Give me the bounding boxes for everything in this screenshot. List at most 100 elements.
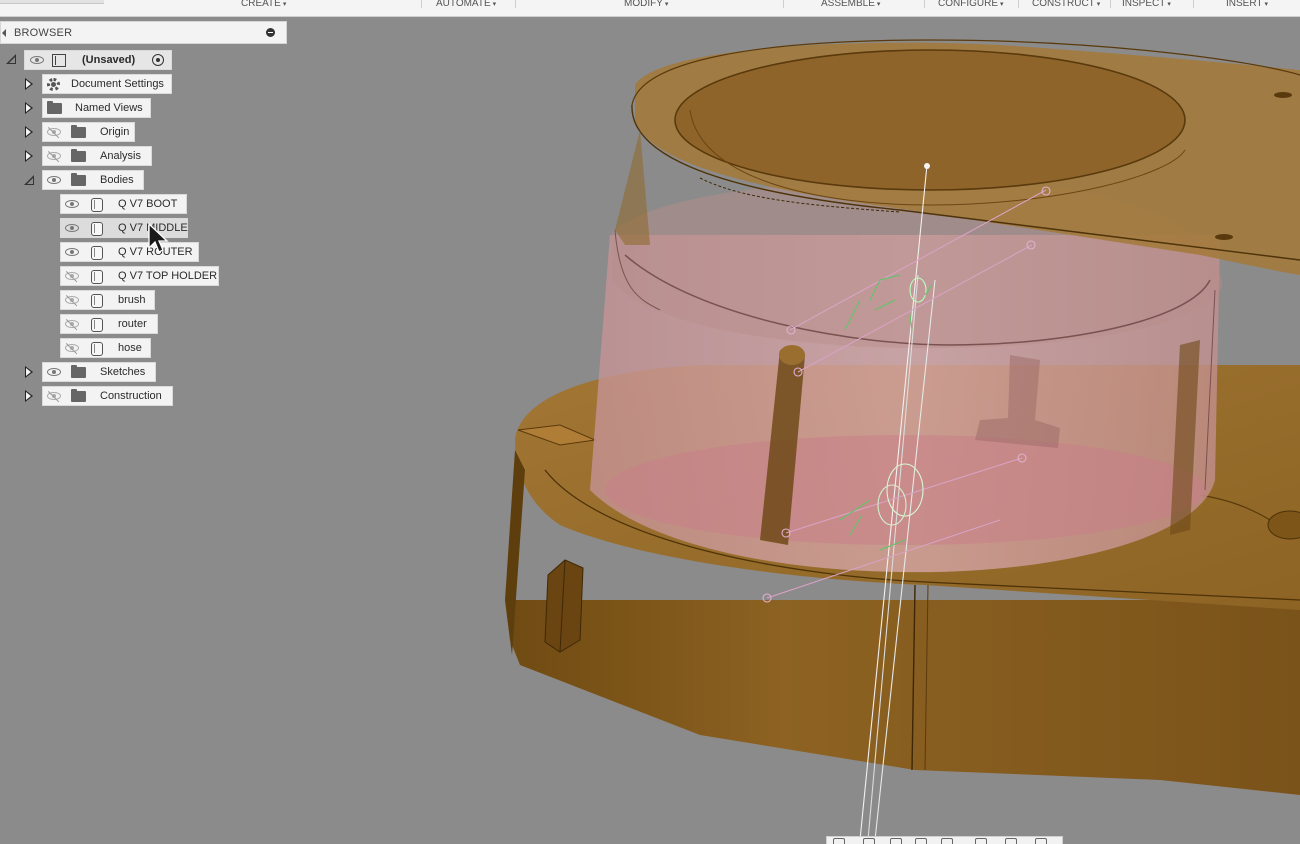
tree-root-unsaved[interactable]: (Unsaved)	[24, 50, 172, 70]
browser-title: BROWSER	[14, 27, 73, 39]
expand-origin-icon[interactable]	[25, 126, 33, 138]
body-label: router	[118, 318, 147, 330]
eye-hidden-icon[interactable]	[65, 270, 79, 282]
body-label: Q V7 MIDDLE	[118, 222, 188, 234]
automate-menu-label: AUTOMATE	[436, 0, 491, 9]
look-at-icon[interactable]	[863, 838, 875, 844]
toolbar-divider	[421, 0, 422, 8]
folder-icon	[71, 125, 86, 138]
expand-document-settings-icon[interactable]	[25, 78, 33, 90]
radio-active-icon[interactable]	[152, 54, 164, 66]
eye-icon[interactable]	[47, 174, 61, 186]
chevron-down-icon: ▾	[664, 1, 669, 8]
tree-item-sketches[interactable]: Sketches	[42, 362, 156, 382]
assemble-menu[interactable]: ASSEMBLE ▾	[821, 0, 880, 11]
tree-item-body[interactable]: hose	[60, 338, 151, 358]
eye-hidden-icon[interactable]	[47, 150, 61, 162]
chevron-down-icon: ▾	[1096, 1, 1101, 8]
sketches-label: Sketches	[100, 366, 146, 378]
assemble-menu-label: ASSEMBLE	[821, 0, 875, 9]
chevron-down-icon: ▾	[1000, 1, 1004, 8]
expand-sketches-icon[interactable]	[25, 366, 33, 378]
body-label: Q V7 BOOT	[118, 198, 178, 210]
eye-hidden-icon[interactable]	[47, 126, 61, 138]
expand-named-views-icon[interactable]	[25, 102, 33, 114]
orbit-icon[interactable]	[833, 838, 845, 844]
minimize-icon[interactable]	[266, 28, 275, 37]
construct-menu-label: CONSTRUCT	[1032, 0, 1095, 9]
modify-menu-label: MODIFY	[624, 0, 663, 9]
configure-menu[interactable]: CONFIGURE ▾	[938, 0, 1004, 11]
grid-icon[interactable]	[1005, 838, 1017, 844]
bodies-label: Bodies	[100, 174, 134, 186]
chevron-down-icon: ▾	[1264, 1, 1269, 8]
folder-icon	[71, 389, 86, 402]
body-icon	[91, 246, 103, 260]
construct-menu[interactable]: CONSTRUCT ▾	[1032, 0, 1100, 11]
eye-icon[interactable]	[65, 198, 79, 210]
tree-item-body[interactable]: Q V7 MIDDLE	[60, 218, 188, 238]
tree-item-body[interactable]: router	[60, 314, 158, 334]
toolbar-divider	[1018, 0, 1019, 8]
inspect-menu-label: INSPECT	[1122, 0, 1166, 9]
pan-icon[interactable]	[890, 838, 902, 844]
display-settings-icon[interactable]	[975, 838, 987, 844]
viewports-icon[interactable]	[1035, 838, 1047, 844]
tree-item-document-settings[interactable]: Document Settings	[42, 74, 172, 94]
collapse-bodies-icon[interactable]	[24, 175, 34, 185]
tree-item-body[interactable]: Q V7 ROUTER	[60, 242, 199, 262]
tree-item-body[interactable]: brush	[60, 290, 155, 310]
body-icon	[91, 198, 103, 212]
folder-icon	[71, 365, 86, 378]
collapse-arrow-icon[interactable]	[2, 29, 6, 37]
insert-menu-label: INSERT	[1226, 0, 1263, 9]
insert-menu[interactable]: INSERT ▾	[1226, 0, 1268, 11]
eye-hidden-icon[interactable]	[65, 294, 79, 306]
zoom-icon[interactable]	[915, 838, 927, 844]
tree-item-body[interactable]: Q V7 TOP HOLDER	[60, 266, 219, 286]
expand-construction-icon[interactable]	[25, 390, 33, 402]
toolbar-divider	[924, 0, 925, 8]
tree-item-body[interactable]: Q V7 BOOT	[60, 194, 187, 214]
eye-hidden-icon[interactable]	[47, 390, 61, 402]
construction-label: Construction	[100, 390, 162, 402]
eye-icon[interactable]	[65, 246, 79, 258]
toolbar-divider	[1110, 0, 1111, 8]
body-icon	[91, 294, 103, 308]
body-icon	[91, 222, 103, 236]
configure-menu-label: CONFIGURE	[938, 0, 998, 9]
component-icon	[52, 54, 66, 67]
eye-hidden-icon[interactable]	[65, 342, 79, 354]
navigation-bar	[826, 836, 1063, 844]
fit-icon[interactable]	[941, 838, 953, 844]
eye-icon[interactable]	[30, 54, 44, 66]
browser-panel-header[interactable]: BROWSER	[0, 21, 287, 44]
body-icon	[91, 318, 103, 332]
folder-icon	[71, 149, 86, 162]
body-label: Q V7 ROUTER	[118, 246, 193, 258]
model-render[interactable]	[0, 17, 1300, 844]
tree-item-analysis[interactable]: Analysis	[42, 146, 152, 166]
tree-item-named-views[interactable]: Named Views	[42, 98, 151, 118]
body-icon	[91, 270, 103, 284]
eye-icon[interactable]	[47, 366, 61, 378]
body-label: brush	[118, 294, 146, 306]
toolbar-tab-stub[interactable]	[0, 0, 104, 4]
tree-item-construction[interactable]: Construction	[42, 386, 173, 406]
create-menu-label: CREATE	[241, 0, 281, 9]
tree-item-origin[interactable]: Origin	[42, 122, 135, 142]
folder-icon	[71, 173, 86, 186]
modify-menu[interactable]: MODIFY ▾	[624, 0, 668, 11]
expand-analysis-icon[interactable]	[25, 150, 33, 162]
document-settings-label: Document Settings	[71, 78, 164, 90]
eye-hidden-icon[interactable]	[65, 318, 79, 330]
create-menu[interactable]: CREATE ▾	[241, 0, 286, 11]
eye-icon[interactable]	[65, 222, 79, 234]
body-label: hose	[118, 342, 142, 354]
chevron-down-icon: ▾	[492, 1, 497, 8]
canvas-viewport[interactable]	[0, 17, 1300, 844]
collapse-root-icon[interactable]	[6, 54, 16, 64]
automate-menu[interactable]: AUTOMATE ▾	[436, 0, 496, 11]
inspect-menu[interactable]: INSPECT ▾	[1122, 0, 1171, 11]
tree-item-bodies[interactable]: Bodies	[42, 170, 144, 190]
